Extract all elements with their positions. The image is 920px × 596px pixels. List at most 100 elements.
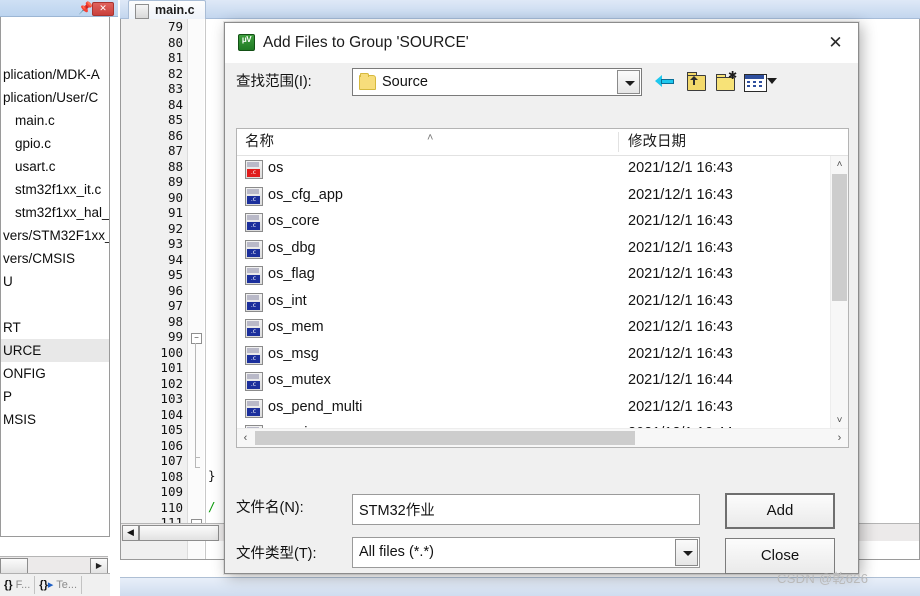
view-mode-icon[interactable]: [744, 72, 778, 92]
chevron-down-icon[interactable]: [617, 70, 640, 94]
pin-icon[interactable]: 📌: [78, 1, 93, 15]
tree-item-usart-c[interactable]: usart.c: [1, 155, 109, 178]
tree-item-config[interactable]: ONFIG: [1, 362, 109, 385]
line-number: 103: [160, 391, 183, 406]
dialog-titlebar[interactable]: μV Add Files to Group 'SOURCE' ✕: [225, 23, 858, 63]
file-name-input[interactable]: [352, 494, 700, 525]
table-row[interactable]: .c os 2021/12/1 16:43: [237, 156, 831, 183]
back-icon[interactable]: [655, 72, 677, 92]
tree-item[interactable]: [1, 17, 109, 40]
tree-item[interactable]: plication/MDK-A: [1, 63, 109, 86]
chevron-down-icon[interactable]: [767, 78, 777, 84]
fold-guide-line: [195, 343, 196, 468]
file-date: 2021/12/1 16:43: [628, 319, 733, 335]
tree-item-stm32f1xx-it-c[interactable]: stm32f1xx_it.c: [1, 178, 109, 201]
tree-item-cpu[interactable]: U: [1, 270, 109, 293]
line-number: 109: [160, 484, 183, 499]
table-row[interactable]: .c os_dbg 2021/12/1 16:43: [237, 236, 831, 263]
scrollbar-thumb[interactable]: [832, 174, 847, 301]
scrollbar-thumb[interactable]: [0, 558, 28, 574]
scrollbar-thumb[interactable]: [255, 431, 635, 445]
add-button[interactable]: Add: [725, 493, 835, 529]
file-date: 2021/12/1 16:44: [628, 372, 733, 388]
table-row[interactable]: .c os_pend_multi 2021/12/1 16:43: [237, 395, 831, 422]
new-folder-icon[interactable]: ✱: [715, 70, 738, 92]
line-number: 104: [160, 406, 183, 422]
tree-item-cmsis[interactable]: MSIS: [1, 408, 109, 431]
file-ext-badge: .c: [247, 248, 260, 257]
file-ext-badge: .c: [247, 222, 260, 230]
code-fold-column[interactable]: − −: [187, 19, 204, 559]
table-row[interactable]: .c os_mem 2021/12/1 16:43: [237, 315, 831, 342]
close-icon[interactable]: ✕: [813, 23, 858, 63]
tree-item-port[interactable]: RT: [1, 316, 109, 339]
tree-item[interactable]: plication/User/C: [1, 86, 109, 109]
table-row[interactable]: .c os_cfg_app 2021/12/1 16:43: [237, 183, 831, 210]
table-row[interactable]: .c os_msg 2021/12/1 16:43: [237, 342, 831, 369]
file-date: 2021/12/1 16:43: [628, 292, 733, 309]
line-number: 95: [167, 267, 183, 282]
project-tree[interactable]: plication/MDK-A plication/User/C main.c …: [0, 17, 110, 537]
table-row[interactable]: .c os_flag 2021/12/1 16:43: [237, 262, 831, 289]
project-panel-caption: 📌 ✕: [0, 0, 118, 17]
keil-uvision-icon: μV: [238, 34, 255, 51]
tree-item-main-c[interactable]: main.c: [1, 109, 109, 132]
file-list[interactable]: 名称 ˄ 修改日期 .c os 2021/12/1 16:43 .c os_cf…: [236, 128, 849, 448]
scroll-right-arrow[interactable]: ▶: [90, 558, 108, 574]
tree-item-drivers-cmsis[interactable]: vers/CMSIS: [1, 247, 109, 270]
line-number: 92: [167, 220, 183, 236]
scroll-right-arrow[interactable]: ›: [831, 429, 848, 447]
line-number: 101: [160, 360, 183, 375]
file-date: 2021/12/1 16:43: [628, 398, 733, 415]
scroll-left-arrow[interactable]: ‹: [237, 429, 254, 447]
sparkle-icon: ✱: [728, 70, 738, 82]
line-number: 79: [167, 19, 183, 34]
column-header-date[interactable]: 修改日期: [628, 133, 686, 152]
table-row[interactable]: .c os_core 2021/12/1 16:43: [237, 209, 831, 236]
line-number: 105: [160, 422, 183, 437]
tab-main-c[interactable]: main.c: [128, 0, 206, 19]
c-file-icon: .c: [245, 213, 263, 232]
tree-item-source[interactable]: URCE: [1, 339, 109, 362]
tab-files[interactable]: {} F...: [0, 576, 36, 594]
look-in-combobox[interactable]: Source: [352, 68, 642, 96]
file-name: os_cfg_app: [268, 186, 343, 203]
line-number: 97: [167, 298, 183, 313]
tree-item-drivers-stm32f1xx[interactable]: vers/STM32F1xx_: [1, 224, 109, 247]
project-panel: 📌 ✕ plication/MDK-A plication/User/C mai…: [0, 0, 118, 596]
chevron-down-icon[interactable]: [675, 539, 698, 566]
tab-templates[interactable]: {}▸ Te...: [35, 576, 83, 594]
line-number: 107: [160, 453, 183, 468]
file-list-vscrollbar[interactable]: ˄ ˅: [830, 156, 848, 429]
scrollbar-thumb[interactable]: [139, 525, 219, 541]
file-name: os: [268, 160, 284, 176]
c-file-icon: .c: [245, 160, 263, 179]
fold-toggle-icon[interactable]: −: [191, 333, 202, 344]
tree-item-gpio-c[interactable]: gpio.c: [1, 132, 109, 155]
close-icon[interactable]: ✕: [92, 2, 114, 16]
file-date: 2021/12/1 16:43: [628, 239, 733, 256]
code-brace: }: [208, 468, 216, 483]
tree-item-app[interactable]: P: [1, 385, 109, 408]
scroll-down-arrow[interactable]: ˅: [831, 412, 848, 429]
line-number: 83: [167, 81, 183, 96]
dialog-toolbar: 查找范围(I): Source ✱: [225, 63, 858, 101]
line-number: 106: [160, 437, 183, 453]
file-list-hscrollbar[interactable]: ‹ ›: [237, 428, 848, 447]
scroll-up-arrow[interactable]: ˄: [831, 156, 848, 173]
file-ext-badge: .c: [247, 301, 260, 310]
sort-ascending-icon: ˄: [427, 132, 434, 144]
file-list-header: 名称 ˄ 修改日期: [237, 129, 848, 156]
tree-item-stm32f1xx-hal[interactable]: stm32f1xx_hal_: [1, 201, 109, 224]
column-header-name[interactable]: 名称: [245, 133, 274, 152]
file-type-value: All files (*.*): [359, 544, 434, 560]
scroll-left-arrow[interactable]: ◀: [122, 525, 139, 541]
table-row[interactable]: .c os_mutex 2021/12/1 16:44: [237, 368, 831, 395]
project-panel-hscrollbar[interactable]: ▶: [0, 556, 108, 574]
table-row[interactable]: .c os_int 2021/12/1 16:43: [237, 289, 831, 316]
column-separator[interactable]: [618, 132, 619, 152]
tree-item[interactable]: [1, 293, 109, 316]
up-folder-icon[interactable]: [685, 72, 707, 92]
file-type-combobox[interactable]: All files (*.*): [352, 537, 700, 568]
